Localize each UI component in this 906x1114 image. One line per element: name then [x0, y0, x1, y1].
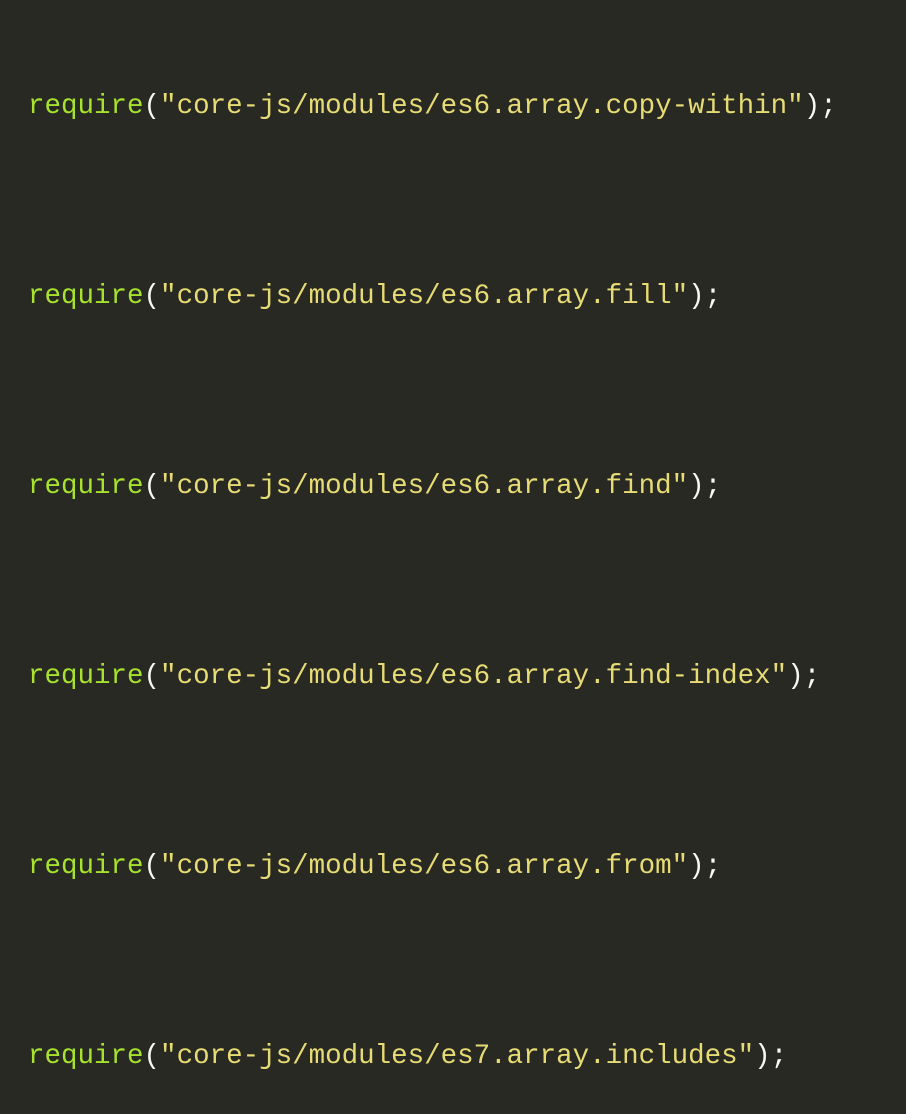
- paren-open: (: [144, 661, 161, 692]
- string-literal: "core-js/modules/es6.array.fill": [160, 281, 688, 312]
- blank-line: [28, 948, 906, 988]
- code-view: require("core-js/modules/es6.array.copy-…: [0, 0, 906, 1114]
- blank-line: [28, 568, 906, 608]
- require-call: require: [28, 471, 144, 502]
- paren-close: ): [787, 661, 804, 692]
- paren-close: ): [804, 91, 821, 122]
- require-call: require: [28, 1041, 144, 1072]
- paren-close: ): [688, 471, 705, 502]
- paren-open: (: [144, 1041, 161, 1072]
- string-literal: "core-js/modules/es6.array.find-index": [160, 661, 787, 692]
- semicolon: ;: [771, 1041, 788, 1072]
- string-literal: "core-js/modules/es6.array.copy-within": [160, 91, 804, 122]
- semicolon: ;: [705, 281, 722, 312]
- code-line: require("core-js/modules/es6.array.fill"…: [28, 283, 906, 323]
- blank-line: [28, 378, 906, 418]
- code-line: require("core-js/modules/es7.array.inclu…: [28, 1043, 906, 1083]
- require-call: require: [28, 851, 144, 882]
- code-line: require("core-js/modules/es6.array.find"…: [28, 473, 906, 513]
- code-line: require("core-js/modules/es6.array.find-…: [28, 663, 906, 703]
- paren-open: (: [144, 91, 161, 122]
- paren-open: (: [144, 471, 161, 502]
- paren-open: (: [144, 851, 161, 882]
- code-line: require("core-js/modules/es6.array.from"…: [28, 853, 906, 893]
- blank-line: [28, 758, 906, 798]
- blank-line: [28, 188, 906, 228]
- semicolon: ;: [705, 471, 722, 502]
- string-literal: "core-js/modules/es7.array.includes": [160, 1041, 754, 1072]
- paren-open: (: [144, 281, 161, 312]
- semicolon: ;: [804, 661, 821, 692]
- string-literal: "core-js/modules/es6.array.from": [160, 851, 688, 882]
- paren-close: ): [754, 1041, 771, 1072]
- semicolon: ;: [820, 91, 837, 122]
- require-call: require: [28, 661, 144, 692]
- semicolon: ;: [705, 851, 722, 882]
- code-line: require("core-js/modules/es6.array.copy-…: [28, 93, 906, 133]
- paren-close: ): [688, 851, 705, 882]
- string-literal: "core-js/modules/es6.array.find": [160, 471, 688, 502]
- paren-close: ): [688, 281, 705, 312]
- require-call: require: [28, 91, 144, 122]
- require-call: require: [28, 281, 144, 312]
